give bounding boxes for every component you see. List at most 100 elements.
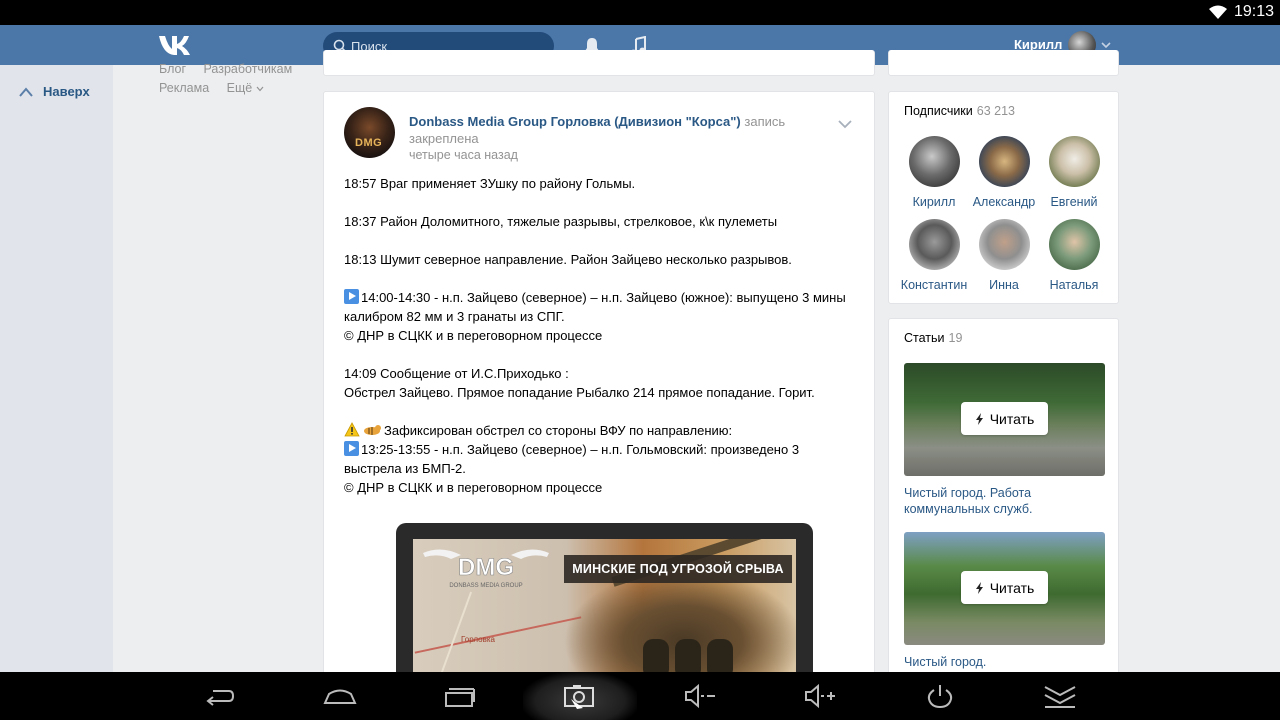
volume-down-button[interactable] (670, 672, 730, 720)
article-read-label: Читать (989, 410, 1035, 427)
article-thumbnail[interactable]: Читать (904, 532, 1105, 645)
post-line: 14:09 Сообщение от И.С.Приходько : (344, 366, 569, 381)
pinned-post: DMG Donbass Media Group Горловка (Дивизи… (323, 91, 875, 691)
post-author-link[interactable]: Donbass Media Group Горловка (Дивизион "… (409, 114, 741, 129)
article-item[interactable]: Читать Чистый город. (904, 532, 1105, 670)
dmg-logo-text: DMG (458, 554, 514, 581)
post-paragraph: 18:57 Враг применяет ЗУшку по району Гол… (344, 176, 636, 191)
subscriber-avatar[interactable] (908, 136, 960, 187)
subscriber-name[interactable]: Наталья (1039, 278, 1109, 292)
article-thumbnail[interactable]: Читать (904, 363, 1105, 476)
subscriber-item[interactable]: Евгений (1039, 136, 1109, 209)
menu-link-more[interactable]: Ещё (227, 81, 265, 95)
clock: 19:13 (1233, 3, 1274, 20)
subscriber-item[interactable]: Инна (969, 219, 1039, 292)
post-line-text: Зафиксирован обстрел со стороны ВФУ по н… (384, 423, 733, 438)
articles-title[interactable]: Статьи 19 (904, 331, 962, 345)
subscriber-avatar[interactable] (1048, 136, 1100, 187)
vk-logo-icon[interactable] (158, 34, 194, 56)
wifi-icon (1209, 5, 1227, 19)
collapse-button[interactable] (1030, 672, 1090, 720)
post-line: © ДНР в СЦКК и в переговорном процессе (344, 328, 603, 343)
lightning-icon (975, 581, 983, 594)
power-icon (927, 685, 953, 709)
post-paragraph: 18:13 Шумит северное направление. Район … (344, 252, 792, 267)
collapse-icon (1044, 686, 1076, 708)
subscriber-item[interactable]: Константин (899, 219, 969, 292)
scroll-up-label: Наверх (43, 84, 90, 99)
post-image[interactable]: DMG DONBASS MEDIA GROUP МИНСКИЕ ПОД УГРО… (396, 523, 813, 683)
previous-right-card-bottom (888, 50, 1119, 76)
subscribers-title[interactable]: Подписчики 63 213 (904, 104, 1015, 118)
post-image-screen: DMG DONBASS MEDIA GROUP МИНСКИЕ ПОД УГРО… (413, 539, 796, 683)
article-title[interactable]: Чистый город. (904, 654, 1105, 670)
dmg-logo-icon: DMG DONBASS MEDIA GROUP (423, 549, 549, 589)
subscriber-avatar[interactable] (1048, 219, 1100, 270)
recents-button[interactable] (430, 672, 490, 720)
map-city-label: Горловка (461, 635, 496, 644)
article-read-button[interactable]: Читать (961, 402, 1048, 435)
subscriber-name[interactable]: Евгений (1039, 195, 1109, 209)
post-line-text: 13:25-13:55 - н.п. Зайцево (северное) – … (344, 442, 800, 476)
post-paragraph: 18:37 Район Доломитного, тяжелые разрывы… (344, 214, 778, 229)
subscriber-item[interactable]: Александр (969, 136, 1039, 209)
subscriber-item[interactable]: Кирилл (899, 136, 969, 209)
post-line-text: 14:00-14:30 - н.п. Зайцево (северное) – … (344, 290, 846, 324)
tiger-emoji-icon (364, 425, 381, 435)
article-read-button[interactable]: Читать (961, 571, 1048, 604)
menu-link-blog[interactable]: Блог (159, 62, 186, 76)
post-line: Обстрел Зайцево. Прямое попадание Рыбалк… (344, 385, 815, 400)
subscriber-name[interactable]: Константин (899, 278, 969, 292)
home-button[interactable] (310, 672, 370, 720)
volume-down-icon (685, 683, 715, 709)
menu-link-more-label: Ещё (226, 81, 253, 95)
subscriber-avatar[interactable] (978, 136, 1030, 187)
subscribers-count: 63 213 (976, 104, 1015, 118)
home-icon (323, 689, 357, 704)
post-author-avatar[interactable]: DMG (344, 107, 395, 158)
post-line: 14:00-14:30 - н.п. Зайцево (северное) – … (344, 288, 859, 326)
scroll-up-link[interactable]: Наверх (18, 84, 90, 99)
post-line: © ДНР в СЦКК и в переговорном процессе (344, 480, 603, 495)
articles-count: 19 (948, 331, 963, 345)
post-paragraph: 14:09 Сообщение от И.С.Приходько : Обстр… (344, 364, 859, 402)
android-nav-bar (0, 672, 1280, 720)
menu-link-developers[interactable]: Разработчикам (204, 62, 293, 76)
recents-icon (445, 688, 475, 707)
subscriber-avatar[interactable] (978, 219, 1030, 270)
screenshot-button[interactable] (550, 672, 610, 720)
subscribers-block: Подписчики 63 213 Кирилл Александр Евгени… (888, 91, 1119, 304)
post-image-banner: МИНСКИЕ ПОД УГРОЗОЙ СРЫВА (564, 555, 792, 583)
previous-card-bottom (323, 50, 875, 76)
article-item[interactable]: Читать Чистый город. Работа коммунальных… (904, 363, 1105, 517)
warning-emoji-icon (344, 422, 360, 437)
menu-link-ads[interactable]: Реклама (159, 81, 209, 95)
back-icon (206, 690, 235, 706)
article-read-label: Читать (989, 579, 1035, 596)
post-avatar-logo: DMG (355, 137, 383, 149)
status-bar: 19:13 (0, 0, 1280, 25)
play-emoji-icon (344, 289, 359, 304)
post-text: 18:57 Враг применяет ЗУшку по району Гол… (344, 174, 859, 516)
scroll-up-strip[interactable]: Наверх (0, 65, 113, 672)
subscriber-name[interactable]: Кирилл (899, 195, 969, 209)
power-button[interactable] (910, 672, 970, 720)
articles-block: Статьи 19 Читать Чистый город. Работа ком… (888, 318, 1119, 688)
subscriber-name[interactable]: Инна (969, 278, 1039, 292)
post-line: 13:25-13:55 - н.п. Зайцево (северное) – … (344, 440, 859, 478)
chevron-down-icon[interactable] (1101, 41, 1111, 49)
subscriber-avatar[interactable] (908, 219, 960, 270)
post-menu-chevron-icon[interactable] (837, 119, 853, 129)
subscriber-name[interactable]: Александр (969, 195, 1039, 209)
post-header: Donbass Media Group Горловка (Дивизион "… (409, 113, 789, 147)
lightning-icon (975, 412, 983, 425)
volume-up-button[interactable] (790, 672, 850, 720)
subscribers-title-text: Подписчики (904, 104, 973, 118)
dmg-logo-subtext: DONBASS MEDIA GROUP (449, 583, 522, 589)
article-title[interactable]: Чистый город. Работа коммунальных служб. (904, 485, 1105, 517)
screenshot-icon (564, 685, 594, 709)
back-button[interactable] (190, 672, 250, 720)
subscriber-item[interactable]: Наталья (1039, 219, 1109, 292)
post-time[interactable]: четыре часа назад (409, 148, 518, 162)
map-road (414, 616, 582, 654)
